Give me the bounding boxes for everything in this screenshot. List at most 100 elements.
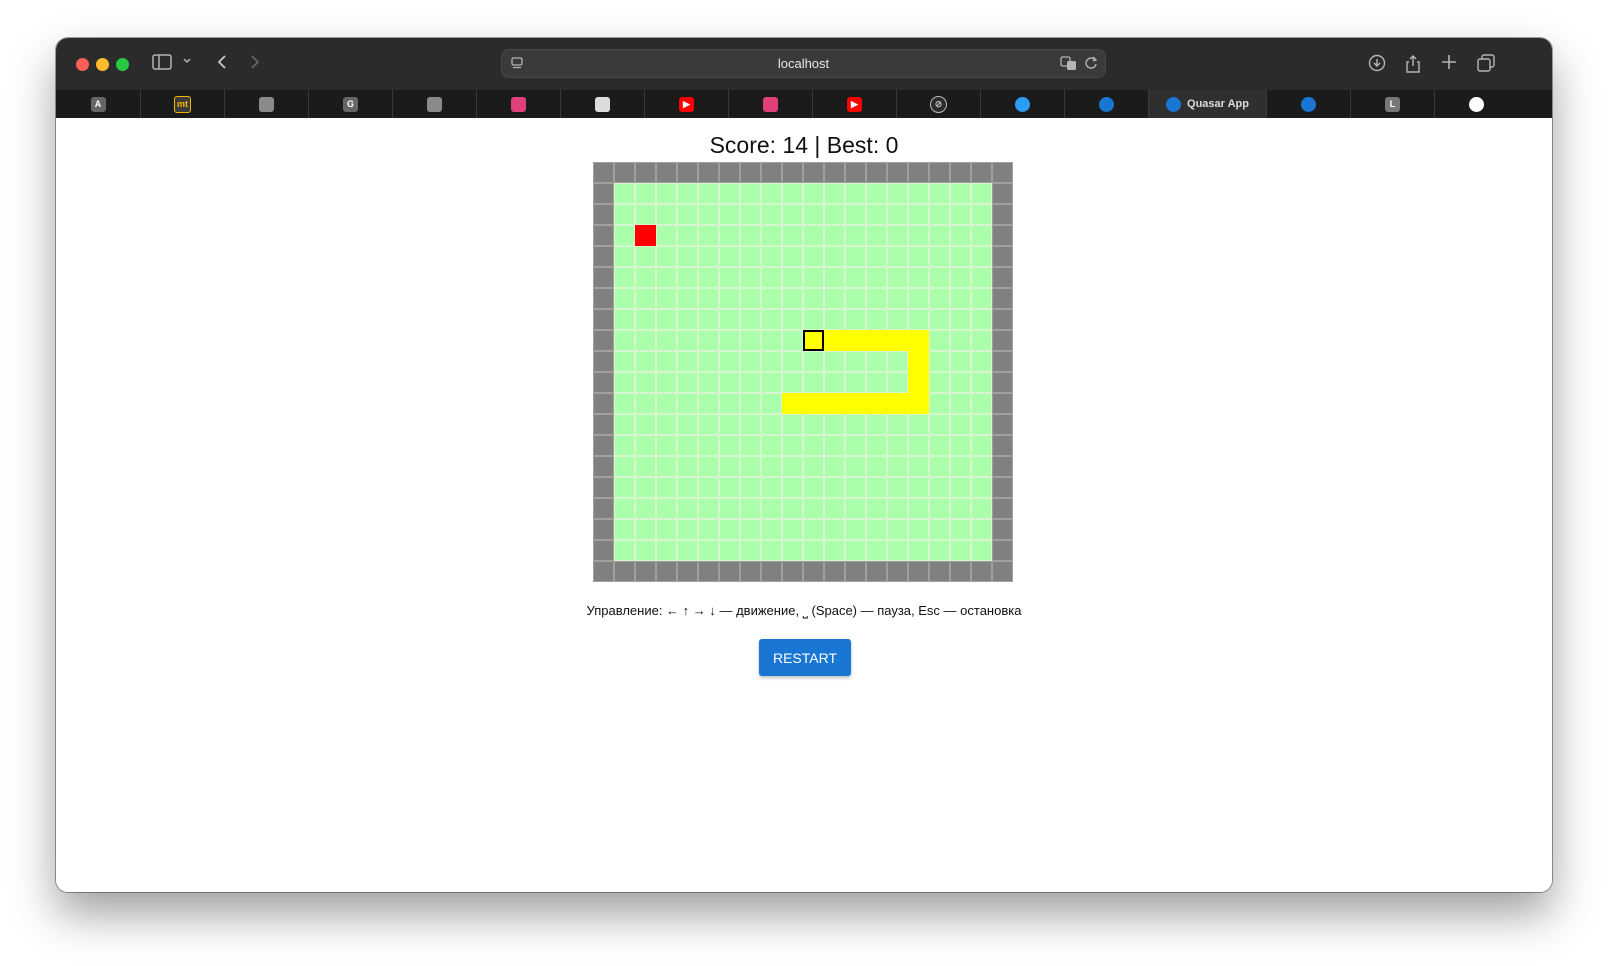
- wall-cell: [593, 519, 614, 540]
- field-cell: [656, 225, 677, 246]
- browser-tab[interactable]: [728, 90, 812, 118]
- translate-icon[interactable]: [1060, 55, 1078, 76]
- browser-tab[interactable]: [224, 90, 308, 118]
- field-cell: [782, 330, 803, 351]
- field-cell: [740, 204, 761, 225]
- browser-tab[interactable]: G: [308, 90, 392, 118]
- field-cell: [782, 225, 803, 246]
- field-cell: [908, 183, 929, 204]
- field-cell: [635, 351, 656, 372]
- wall-cell: [887, 561, 908, 582]
- field-cell: [845, 225, 866, 246]
- field-cell: [803, 225, 824, 246]
- browser-tab[interactable]: mt: [140, 90, 224, 118]
- wall-cell: [614, 162, 635, 183]
- wall-cell: [593, 477, 614, 498]
- browser-tab[interactable]: [476, 90, 560, 118]
- field-cell: [803, 498, 824, 519]
- minimize-window-button[interactable]: [96, 58, 109, 71]
- field-cell: [824, 456, 845, 477]
- maximize-window-button[interactable]: [116, 58, 129, 71]
- browser-tab[interactable]: [1434, 90, 1518, 118]
- field-cell: [698, 393, 719, 414]
- close-window-button[interactable]: [76, 58, 89, 71]
- field-cell: [824, 309, 845, 330]
- wall-cell: [593, 246, 614, 267]
- new-tab-icon[interactable]: [1441, 54, 1457, 70]
- field-cell: [740, 498, 761, 519]
- game-board: [593, 162, 1013, 582]
- wall-cell: [593, 225, 614, 246]
- field-cell: [761, 477, 782, 498]
- field-cell: [845, 519, 866, 540]
- field-cell: [677, 330, 698, 351]
- wall-cell: [992, 162, 1013, 183]
- field-cell: [614, 498, 635, 519]
- snake-segment: [887, 393, 908, 414]
- chevron-down-icon[interactable]: [182, 56, 192, 66]
- browser-tab[interactable]: [392, 90, 476, 118]
- field-cell: [719, 519, 740, 540]
- browser-tab[interactable]: ▶: [812, 90, 896, 118]
- wall-cell: [593, 162, 614, 183]
- bar-logo-favicon: [763, 96, 778, 112]
- wall-cell: [782, 561, 803, 582]
- browser-tab[interactable]: [1064, 90, 1148, 118]
- field-cell: [950, 183, 971, 204]
- wall-cell: [782, 162, 803, 183]
- field-cell: [782, 414, 803, 435]
- field-cell: [719, 330, 740, 351]
- field-cell: [635, 204, 656, 225]
- field-cell: [950, 225, 971, 246]
- field-cell: [803, 435, 824, 456]
- wall-cell: [992, 267, 1013, 288]
- browser-tab[interactable]: ▶: [644, 90, 728, 118]
- field-cell: [719, 204, 740, 225]
- field-cell: [971, 498, 992, 519]
- browser-tab[interactable]: [560, 90, 644, 118]
- sidebar-toggle-icon[interactable]: [152, 54, 172, 70]
- browser-tab[interactable]: ⊘: [896, 90, 980, 118]
- field-cell: [824, 498, 845, 519]
- browser-tab[interactable]: A: [56, 90, 140, 118]
- browser-tab[interactable]: Quasar App: [1148, 90, 1266, 118]
- field-cell: [971, 288, 992, 309]
- snake-segment: [866, 393, 887, 414]
- page-content: Score: 14 | Best: 0 Управление: ← ↑ → ↓ …: [56, 118, 1552, 892]
- field-cell: [761, 372, 782, 393]
- field-cell: [824, 540, 845, 561]
- wall-cell: [761, 561, 782, 582]
- field-cell: [656, 540, 677, 561]
- field-cell: [887, 414, 908, 435]
- wall-cell: [824, 162, 845, 183]
- browser-tab[interactable]: L: [1350, 90, 1434, 118]
- field-cell: [635, 393, 656, 414]
- forward-icon[interactable]: [249, 54, 261, 70]
- field-cell: [698, 498, 719, 519]
- bar-logo-favicon: [511, 96, 526, 112]
- browser-titlebar: localhost: [56, 38, 1552, 90]
- field-cell: [614, 372, 635, 393]
- address-bar[interactable]: localhost: [501, 49, 1106, 78]
- restart-button[interactable]: RESTART: [759, 639, 851, 676]
- snake-segment: [782, 393, 803, 414]
- field-cell: [950, 498, 971, 519]
- browser-tab[interactable]: [1266, 90, 1350, 118]
- field-cell: [740, 540, 761, 561]
- wall-cell: [992, 519, 1013, 540]
- field-cell: [614, 393, 635, 414]
- field-cell: [950, 414, 971, 435]
- share-icon[interactable]: [1405, 54, 1421, 74]
- tab-overview-icon[interactable]: [1477, 54, 1495, 72]
- back-icon[interactable]: [216, 54, 228, 70]
- letter-l-favicon: L: [1385, 96, 1400, 112]
- browser-tab[interactable]: [980, 90, 1064, 118]
- downloads-icon[interactable]: [1368, 54, 1386, 72]
- field-cell: [782, 435, 803, 456]
- reload-icon[interactable]: [1084, 55, 1098, 76]
- field-cell: [950, 246, 971, 267]
- github-favicon: [1469, 96, 1484, 112]
- wall-cell: [992, 456, 1013, 477]
- field-cell: [635, 540, 656, 561]
- field-cell: [677, 519, 698, 540]
